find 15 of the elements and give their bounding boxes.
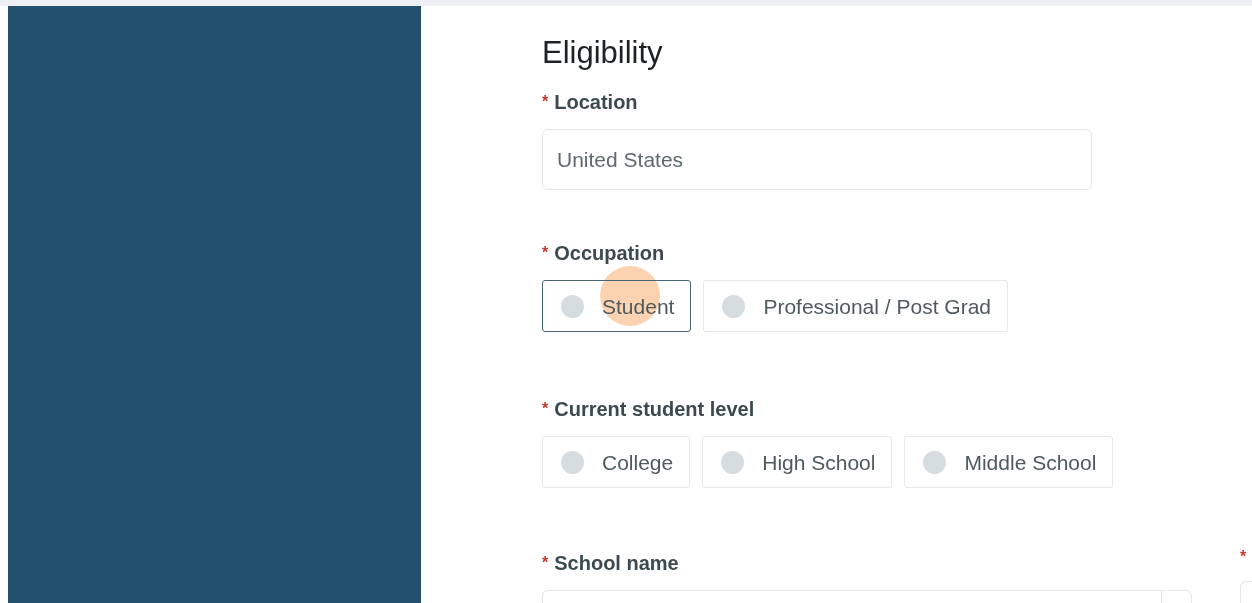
required-asterisk: * (542, 92, 549, 113)
field-label: Location (554, 90, 638, 116)
radio-option[interactable]: College (542, 436, 691, 489)
section-title: Eligibility (542, 34, 664, 72)
required-asterisk: * (1240, 547, 1247, 567)
field-label: Current student level (554, 397, 755, 423)
radio-option[interactable]: Professional / Post Grad (703, 280, 1008, 333)
location-field[interactable]: United States (542, 129, 1092, 191)
required-asterisk: * (542, 399, 549, 420)
radio-option[interactable]: Middle School (904, 436, 1114, 489)
required-asterisk: * (542, 553, 549, 574)
field-label: Occupation (554, 241, 665, 267)
required-asterisk: * (542, 243, 549, 264)
radio-option[interactable]: High School (702, 436, 893, 489)
field-label: School name (554, 551, 679, 577)
